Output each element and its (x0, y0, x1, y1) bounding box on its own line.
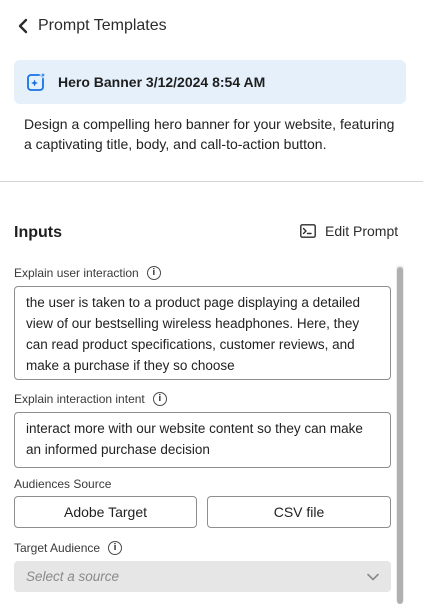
interaction-intent-label-row: Explain interaction intent i (14, 392, 167, 406)
inputs-heading: Inputs (14, 224, 62, 241)
template-title: Hero Banner 3/12/2024 8:54 AM (58, 74, 266, 90)
info-icon[interactable]: i (146, 266, 161, 280)
audiences-source-label: Audiences Source (14, 477, 112, 491)
template-banner: Hero Banner 3/12/2024 8:54 AM (14, 60, 406, 104)
target-audience-label: Target Audience (14, 541, 101, 555)
target-audience-placeholder: Select a source (26, 569, 120, 584)
user-interaction-label-row: Explain user interaction i (14, 266, 161, 280)
adobe-target-option[interactable]: Adobe Target (14, 496, 197, 528)
back-to-prompt-templates[interactable]: Prompt Templates (18, 14, 167, 38)
csv-file-option[interactable]: CSV file (207, 496, 391, 528)
user-interaction-textarea[interactable]: the user is taken to a product page disp… (14, 286, 391, 380)
info-icon[interactable]: i (152, 392, 167, 406)
section-divider (0, 181, 423, 182)
interaction-intent-label: Explain interaction intent (14, 392, 145, 406)
ai-sparkle-icon (26, 71, 48, 93)
chevron-down-icon (367, 573, 379, 581)
info-icon[interactable]: i (108, 541, 123, 555)
edit-prompt-button[interactable]: Edit Prompt (300, 223, 398, 239)
target-audience-select[interactable]: Select a source (14, 561, 391, 592)
interaction-intent-textarea[interactable]: interact more with our website content s… (14, 412, 391, 468)
edit-prompt-label: Edit Prompt (325, 223, 399, 239)
chevron-left-icon (18, 18, 28, 34)
user-interaction-label: Explain user interaction (14, 266, 139, 280)
scrollbar-thumb[interactable] (397, 267, 403, 604)
template-description: Design a compelling hero banner for your… (24, 116, 395, 152)
terminal-icon (300, 224, 316, 238)
target-audience-label-row: Target Audience i (14, 541, 123, 555)
back-label: Prompt Templates (38, 17, 167, 34)
